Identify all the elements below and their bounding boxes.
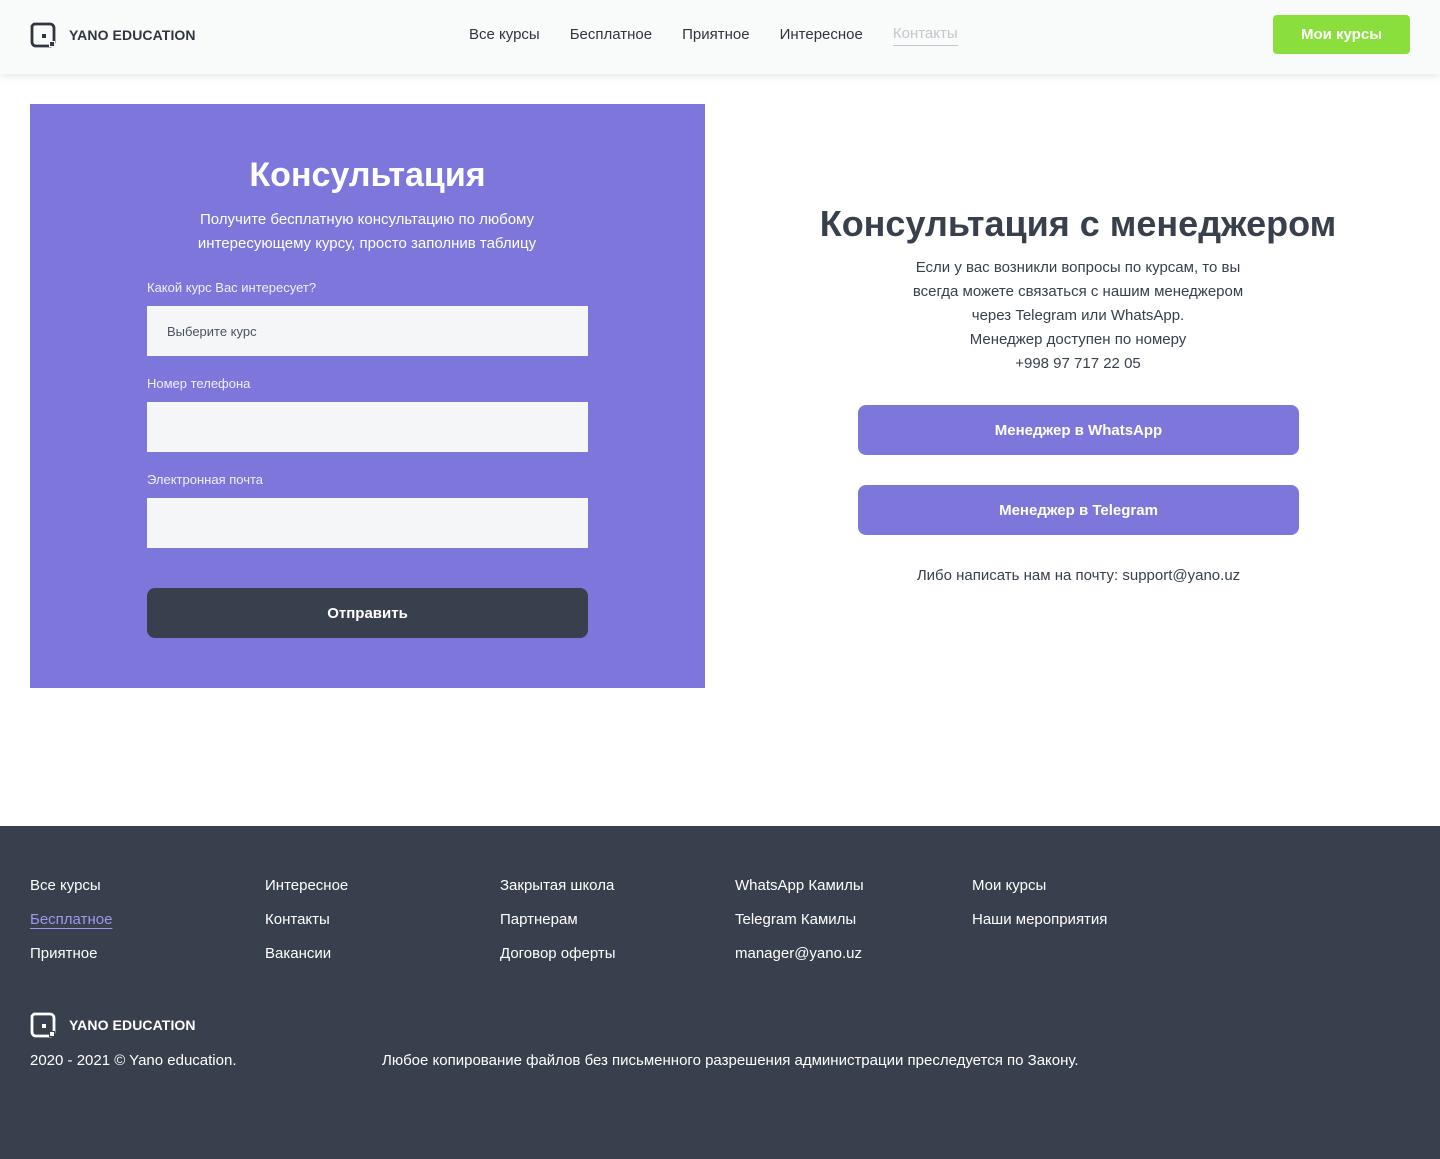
copyright-text: 2020 - 2021 © Yano education. (30, 1052, 237, 1069)
nav-interesting[interactable]: Интересное (780, 24, 863, 46)
phone-field-label: Номер телефона (147, 376, 251, 391)
yano-logo-icon (30, 1012, 56, 1038)
nav-free[interactable]: Бесплатное (570, 24, 652, 46)
course-select[interactable] (147, 306, 588, 356)
footer-column: WhatsApp Камилы Telegram Камилы manager@… (735, 876, 864, 978)
manager-text-line: всегда можете связаться с нашим менеджер… (912, 283, 1244, 300)
manager-phone: +998 97 717 22 05 (1015, 355, 1141, 372)
footer-link-contacts[interactable]: Контакты (265, 910, 348, 930)
form-subtitle: Получите бесплатную консультацию по любо… (197, 211, 537, 252)
legal-notice: Любое копирование файлов без письменного… (382, 1052, 1079, 1069)
footer-link-manager-email[interactable]: manager@yano.uz (735, 944, 864, 964)
logo-text: YANO EDUCATION (69, 27, 196, 43)
consultation-form-panel: Консультация Получите бесплатную консуль… (30, 104, 705, 688)
header-logo[interactable]: YANO EDUCATION (30, 22, 196, 48)
email-field[interactable] (147, 498, 588, 548)
email-field-label: Электронная почта (147, 472, 264, 487)
support-email-text: Либо написать нам на почту: support@yano… (916, 567, 1241, 584)
footer-link-offer[interactable]: Договор оферты (500, 944, 616, 964)
footer-link-interesting[interactable]: Интересное (265, 876, 348, 896)
footer-link-pleasant[interactable]: Приятное (30, 944, 112, 964)
site-footer: Все курсы Бесплатное Приятное Интересное… (0, 826, 1440, 1159)
main-nav: Все курсы Бесплатное Приятное Интересное… (469, 24, 988, 46)
nav-contacts[interactable]: Контакты (892, 24, 958, 46)
footer-logo[interactable]: YANO EDUCATION (30, 1012, 196, 1038)
manager-text-line: Если у вас возникли вопросы по курсам, т… (915, 259, 1241, 276)
phone-field[interactable] (147, 402, 588, 452)
footer-link-whatsapp[interactable]: WhatsApp Камилы (735, 876, 864, 896)
footer-column: Мои курсы Наши мероприятия (972, 876, 1107, 944)
form-title: Консультация (249, 156, 486, 194)
submit-button[interactable]: Отправить (147, 588, 588, 638)
whatsapp-manager-button[interactable]: Менеджер в WhatsApp (858, 405, 1299, 455)
footer-column: Интересное Контакты Вакансии (265, 876, 348, 978)
manager-title: Консультация с менеджером (819, 203, 1337, 244)
course-field-label: Какой курс Вас интересует? (147, 280, 317, 295)
telegram-manager-button[interactable]: Менеджер в Telegram (858, 485, 1299, 535)
footer-link-free[interactable]: Бесплатное (30, 910, 112, 930)
nav-all-courses[interactable]: Все курсы (469, 24, 540, 46)
footer-logo-text: YANO EDUCATION (69, 1017, 196, 1033)
manager-text-line: через Telegram или WhatsApp. (971, 307, 1185, 324)
footer-link-vacancies[interactable]: Вакансии (265, 944, 348, 964)
footer-column: Все курсы Бесплатное Приятное (30, 876, 112, 978)
footer-link-closed-school[interactable]: Закрытая школа (500, 876, 616, 896)
site-header: YANO EDUCATION Все курсы Бесплатное Прия… (0, 0, 1440, 74)
manager-description: Если у вас возникли вопросы по курсам, т… (858, 256, 1298, 376)
yano-logo-icon (30, 22, 56, 48)
footer-link-telegram[interactable]: Telegram Камилы (735, 910, 864, 930)
footer-column: Закрытая школа Партнерам Договор оферты (500, 876, 616, 978)
my-courses-button[interactable]: Мои курсы (1273, 15, 1410, 54)
nav-pleasant[interactable]: Приятное (682, 24, 749, 46)
footer-link-my-courses[interactable]: Мои курсы (972, 876, 1107, 896)
manager-text-line: Менеджер доступен по номеру (969, 331, 1187, 348)
footer-link-partners[interactable]: Партнерам (500, 910, 616, 930)
footer-link-events[interactable]: Наши мероприятия (972, 910, 1107, 930)
footer-link-all-courses[interactable]: Все курсы (30, 876, 112, 896)
